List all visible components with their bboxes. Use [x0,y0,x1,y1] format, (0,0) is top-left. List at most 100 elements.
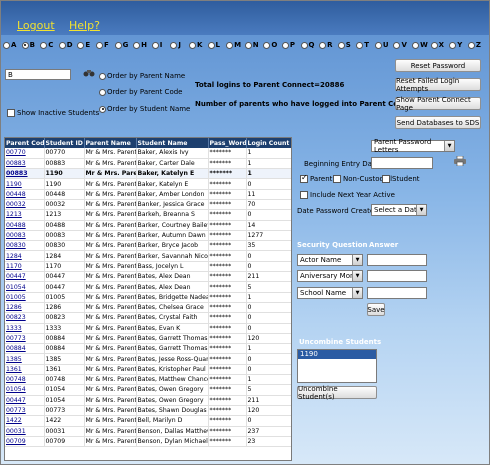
alphabet-option-h[interactable]: H [133,41,152,49]
table-row[interactable]: 00447 01054 Mr & Mrs. Parent Bates, Owen Gr… [5,395,291,406]
pw-created-select[interactable]: Select a Date ▼ [371,204,427,216]
security-question-select-3[interactable]: School Name ▼ [297,287,363,299]
student-option[interactable]: Student [382,175,420,183]
table-row[interactable]: 1284 1284 Mr & Mrs. Parent Barker, Savannah… [5,250,291,262]
alphabet-radio[interactable] [449,41,457,49]
security-question-select-2[interactable]: Aniversary Month ▼ [297,270,363,282]
parent-option[interactable]: Parent [300,173,332,183]
uncombine-listbox[interactable]: 1190 [297,349,377,383]
parent-code-link[interactable]: 00883 [5,158,45,170]
alphabet-option-a[interactable]: A [3,41,22,49]
parent-code-link[interactable]: 1333 [5,323,45,334]
alphabet-radio[interactable] [133,41,141,49]
parent-code-link[interactable]: 00083 [5,230,45,242]
binoculars-icon[interactable] [83,69,95,77]
parent-code-link[interactable]: 1361 [5,364,45,376]
parent-code-link[interactable]: 01005 [5,292,45,303]
parent-code-link[interactable]: 00448 [5,189,45,200]
table-row[interactable]: 008831190Mr & Mrs. ParentBaker, Katelyn … [5,168,291,180]
alphabet-radio[interactable] [3,41,10,49]
letters-select[interactable]: Parent Password Letters ▼ [371,138,455,154]
parent-code-link[interactable]: 00770 [5,148,45,159]
column-header[interactable]: Parent Name [84,138,137,148]
alphabet-radio[interactable] [393,41,401,49]
student-checkbox[interactable] [382,175,390,183]
alphabet-option-e[interactable]: E [77,41,96,49]
table-row[interactable]: 00031 00031 Mr & Mrs. Parent Benson, Dallas… [5,426,291,437]
table-row[interactable]: 1361 1361 Mr & Mrs. Parent Bates, Kristophe… [5,364,291,376]
parent-code-link[interactable]: 1284 [5,250,45,262]
alphabet-radio[interactable] [244,41,252,49]
logout-link[interactable]: Logout [17,19,55,32]
parent-code-link[interactable]: 00447 [5,395,45,406]
show-inactive-option[interactable]: Show Inactive Students [7,109,99,117]
parent-code-link[interactable]: 00883 [5,168,45,180]
alphabet-option-l[interactable]: L [207,41,227,49]
parent-code-link[interactable]: 00830 [5,240,45,252]
alphabet-option-x[interactable]: X [430,41,450,49]
table-row[interactable]: 1213 1213 Mr & Mrs. Parent Barkeh, Breanna … [5,209,291,221]
parent-code-link[interactable]: 1190 [5,178,45,190]
alphabet-option-j[interactable]: J [170,41,189,49]
table-row[interactable]: 00884 00884 Mr & Mrs. Parent Bates, Garrett… [5,343,291,355]
alphabet-radio[interactable] [300,41,308,49]
parent-code-link[interactable]: 00488 [5,220,45,231]
alphabet-radio[interactable] [319,41,327,49]
parent-code-link[interactable]: 00884 [5,343,45,355]
order-parent-code-option[interactable]: Order by Parent Code [99,88,182,96]
table-row[interactable]: 1422 1422 Mr & Mrs. Parent Bell, Marilyn D *… [5,415,291,427]
alphabet-radio[interactable] [188,41,196,49]
reset-password-button[interactable]: Reset Password [395,59,481,72]
alphabet-radio[interactable] [58,41,66,49]
column-header[interactable]: Parent Code [5,138,45,148]
alphabet-option-z[interactable]: Z [467,41,487,49]
alphabet-radio[interactable] [95,41,103,49]
parent-code-link[interactable]: 00709 [5,436,45,448]
table-row[interactable]: 00830 00830 Mr & Mrs. Parent Barker, Bryce … [5,240,291,252]
parent-code-link[interactable]: 1213 [5,209,45,221]
order-student-name-option[interactable]: Order by Student Name [99,105,190,113]
alphabet-radio[interactable] [356,41,364,49]
alphabet-radio[interactable] [207,41,215,49]
alphabet-radio[interactable] [21,41,29,49]
alphabet-radio[interactable] [114,41,122,49]
table-row[interactable]: 01054 01054 Mr & Mrs. Parent Bates, Owen Gr… [5,384,291,396]
show-inactive-checkbox[interactable] [7,109,15,117]
uncombine-list-item[interactable]: 1190 [298,350,376,359]
answer-input-1[interactable] [367,254,427,266]
alphabet-radio[interactable] [151,41,159,49]
order-student-name-radio[interactable] [99,105,106,113]
send-databases-button[interactable]: Send Databases to SDS [395,116,481,129]
search-input[interactable] [5,69,71,80]
table-row[interactable]: 00447 00447 Mr & Mrs. Parent Bates, Alex De… [5,271,291,283]
alphabet-option-t[interactable]: T [356,41,375,49]
table-row[interactable]: 1170 1170 Mr & Mrs. Parent Bass, Jocelyn L *… [5,261,291,273]
printer-icon[interactable] [454,156,466,166]
entry-date-input[interactable] [371,157,433,169]
security-question-select-1[interactable]: Actor Name ▼ [297,254,363,266]
alphabet-option-s[interactable]: S [337,41,357,49]
alphabet-radio[interactable] [412,41,420,49]
parent-code-link[interactable]: 1385 [5,353,45,365]
alphabet-option-u[interactable]: U [374,41,394,49]
column-header[interactable]: Login Count [246,138,291,148]
alphabet-radio[interactable] [467,41,475,49]
alphabet-radio[interactable] [337,41,345,49]
alphabet-radio[interactable] [263,41,271,49]
reset-failed-logins-button[interactable]: Reset Failed Login Attempts [395,77,481,93]
table-row[interactable]: 00748 00748 Mr & Mrs. Parent Bates, Matthew… [5,374,291,386]
alphabet-option-y[interactable]: Y [449,41,468,49]
save-button[interactable]: Save [367,303,385,316]
table-row[interactable]: 00709 00709 Mr & Mrs. Parent Benson, Dylan … [5,436,291,448]
alphabet-radio[interactable] [40,41,48,49]
uncombine-button[interactable]: Uncombine Student(s) [297,385,377,401]
alphabet-radio[interactable] [226,41,234,49]
table-row[interactable]: 01005 01005 Mr & Mrs. Parent Bates, Bridget… [5,292,291,303]
alphabet-option-g[interactable]: G [114,41,134,49]
answer-input-2[interactable] [367,270,427,282]
parent-code-link[interactable]: 01054 [5,384,45,396]
table-row[interactable]: 00770 00770 Mr & Mrs. Parent Baker, Alexis … [5,148,291,159]
column-header[interactable]: Student Name [136,138,209,148]
alphabet-radio[interactable] [281,41,289,49]
alphabet-option-k[interactable]: K [188,41,208,49]
